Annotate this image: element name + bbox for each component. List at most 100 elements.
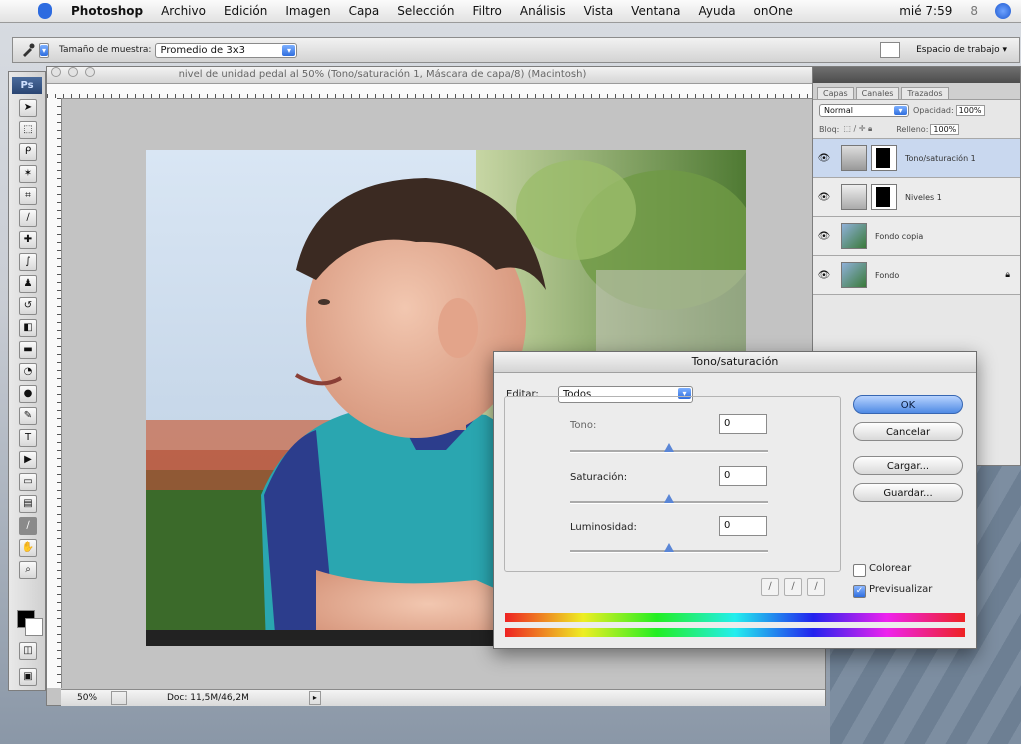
lock-label: Bloq: <box>819 124 840 134</box>
slice-tool-icon[interactable]: ∕ <box>19 209 37 227</box>
menu-edicion[interactable]: Edición <box>215 4 276 18</box>
eye-icon[interactable]: 👁︎ <box>817 153 831 164</box>
blur-tool-icon[interactable]: ◔ <box>19 363 37 381</box>
eye-icon[interactable]: 👁︎ <box>817 192 831 203</box>
tab-trazados[interactable]: Trazados <box>901 87 949 99</box>
healing-brush-tool-icon[interactable]: ✚ <box>19 231 37 249</box>
screen-mode-icon[interactable]: ▣ <box>19 668 37 686</box>
notes-tool-icon[interactable]: ▤ <box>19 495 37 513</box>
path-selection-tool-icon[interactable]: ▶ <box>19 451 37 469</box>
layer-name: Tono/saturación 1 <box>905 153 976 163</box>
preview-label: Previsualizar <box>869 584 933 595</box>
save-button[interactable]: Guardar... <box>853 483 963 502</box>
hue-slider-knob[interactable] <box>664 443 674 452</box>
subtract-from-sample-eyedropper-icon[interactable]: ∕ <box>807 578 825 596</box>
load-button[interactable]: Cargar... <box>853 456 963 475</box>
zoom-level[interactable]: 50% <box>77 693 111 703</box>
lasso-tool-icon[interactable]: ᑭ <box>19 143 37 161</box>
layer-row[interactable]: 👁︎ Tono/saturación 1 <box>813 139 1020 178</box>
eyedropper-tool-icon-active[interactable]: ∕ <box>19 517 37 535</box>
workspace-menu[interactable]: Espacio de trabajo ▾ <box>916 45 1007 55</box>
layer-mask-thumbnail <box>871 184 897 210</box>
input-color-spectrum <box>505 613 965 622</box>
spotlight-search-icon[interactable] <box>995 3 1011 19</box>
eye-icon[interactable]: 👁︎ <box>817 231 831 242</box>
status-menu-icon[interactable] <box>111 691 127 705</box>
magic-wand-tool-icon[interactable]: ✶ <box>19 165 37 183</box>
minimize-window-button[interactable] <box>68 67 79 77</box>
pen-tool-icon[interactable]: ✎ <box>19 407 37 425</box>
ok-button[interactable]: OK <box>853 395 963 414</box>
opacity-field[interactable]: 100% <box>955 104 985 116</box>
crop-tool-icon[interactable]: ⌗ <box>19 187 37 205</box>
lightness-slider-knob[interactable] <box>664 543 674 552</box>
palette-well-icon[interactable] <box>880 42 901 58</box>
menu-vista[interactable]: Vista <box>575 4 623 18</box>
status-arrow-icon[interactable]: ▸ <box>308 691 321 705</box>
gradient-tool-icon[interactable]: ▬ <box>19 341 37 359</box>
chevron-down-icon: ▾ <box>282 44 296 56</box>
layers-panel-tabs: Capas Canales Trazados <box>813 83 1020 100</box>
layer-mask-thumbnail <box>871 145 897 171</box>
menu-imagen[interactable]: Imagen <box>276 4 339 18</box>
lightness-input[interactable]: 0 <box>719 516 767 536</box>
cancel-button[interactable]: Cancelar <box>853 422 963 441</box>
preview-checkbox[interactable]: ✓ <box>853 585 866 598</box>
fill-field[interactable]: 100% <box>930 123 960 135</box>
adjustment-layer-thumbnail <box>841 145 867 171</box>
menu-extra[interactable]: 8 <box>961 4 987 18</box>
zoom-tool-icon[interactable]: ⌕ <box>19 561 37 579</box>
layer-row[interactable]: 👁︎ Fondo 🔒︎ <box>813 256 1020 295</box>
blend-mode-select[interactable]: Normal ▾ <box>819 103 909 117</box>
colorize-checkbox[interactable] <box>853 564 866 577</box>
tab-capas[interactable]: Capas <box>817 87 854 99</box>
menu-analisis[interactable]: Análisis <box>511 4 575 18</box>
zoom-window-button[interactable] <box>85 67 96 77</box>
menu-app-name[interactable]: Photoshop <box>62 4 152 18</box>
dialog-title[interactable]: Tono/saturación <box>494 352 976 373</box>
move-tool-icon[interactable]: ➤ <box>19 99 37 117</box>
chevron-down-icon: ▾ <box>894 105 907 115</box>
dodge-tool-icon[interactable]: ● <box>19 385 37 403</box>
layer-row[interactable]: 👁︎ Niveles 1 <box>813 178 1020 217</box>
menu-archivo[interactable]: Archivo <box>152 4 215 18</box>
hand-tool-icon[interactable]: ✋ <box>19 539 37 557</box>
menu-filtro[interactable]: Filtro <box>463 4 510 18</box>
horizontal-ruler[interactable] <box>47 84 825 99</box>
clone-stamp-tool-icon[interactable]: ♟ <box>19 275 37 293</box>
close-window-button[interactable] <box>51 67 61 77</box>
type-tool-icon[interactable]: T <box>19 429 37 447</box>
add-to-sample-eyedropper-icon[interactable]: ∕ <box>784 578 802 596</box>
layer-thumbnail <box>841 262 867 288</box>
apple-menu-icon[interactable] <box>38 3 52 19</box>
menu-onone[interactable]: onOne <box>745 4 802 18</box>
menu-capa[interactable]: Capa <box>340 4 389 18</box>
saturation-input[interactable]: 0 <box>719 466 767 486</box>
lock-icons[interactable]: ⬚ ∕ ✛ 🔒︎ <box>843 124 872 134</box>
layers-panel-header[interactable] <box>813 67 1020 83</box>
hue-input[interactable]: 0 <box>719 414 767 434</box>
document-titlebar: nivel de unidad pedal al 50% (Tono/satur… <box>47 67 825 84</box>
tab-canales[interactable]: Canales <box>855 87 900 99</box>
brush-tool-icon[interactable]: ∫ <box>19 253 37 271</box>
marquee-tool-icon[interactable]: ⬚ <box>19 121 37 139</box>
menu-seleccion[interactable]: Selección <box>388 4 463 18</box>
shape-tool-icon[interactable]: ▭ <box>19 473 37 491</box>
quick-mask-icon[interactable]: ◫ <box>19 642 37 660</box>
doc-size-info: Doc: 11,5M/46,2M <box>167 693 249 703</box>
lock-icon: 🔒︎ <box>1005 270 1010 280</box>
layer-row[interactable]: 👁︎ Fondo copia <box>813 217 1020 256</box>
saturation-slider-knob[interactable] <box>664 494 674 503</box>
sample-size-select[interactable]: Promedio de 3x3 ▾ <box>155 42 298 58</box>
menu-ventana[interactable]: Ventana <box>622 4 689 18</box>
tool-preset-dropdown[interactable]: ▾ <box>39 42 49 58</box>
eyedropper-tool-icon[interactable] <box>21 43 35 57</box>
eyedropper-icon[interactable]: ∕ <box>761 578 779 596</box>
vertical-ruler[interactable] <box>47 98 62 688</box>
eye-icon[interactable]: 👁︎ <box>817 270 831 281</box>
menu-ayuda[interactable]: Ayuda <box>689 4 744 18</box>
eraser-tool-icon[interactable]: ◧ <box>19 319 37 337</box>
background-color-swatch[interactable] <box>25 618 43 636</box>
menu-clock[interactable]: mié 7:59 <box>890 4 961 18</box>
history-brush-tool-icon[interactable]: ↺ <box>19 297 37 315</box>
